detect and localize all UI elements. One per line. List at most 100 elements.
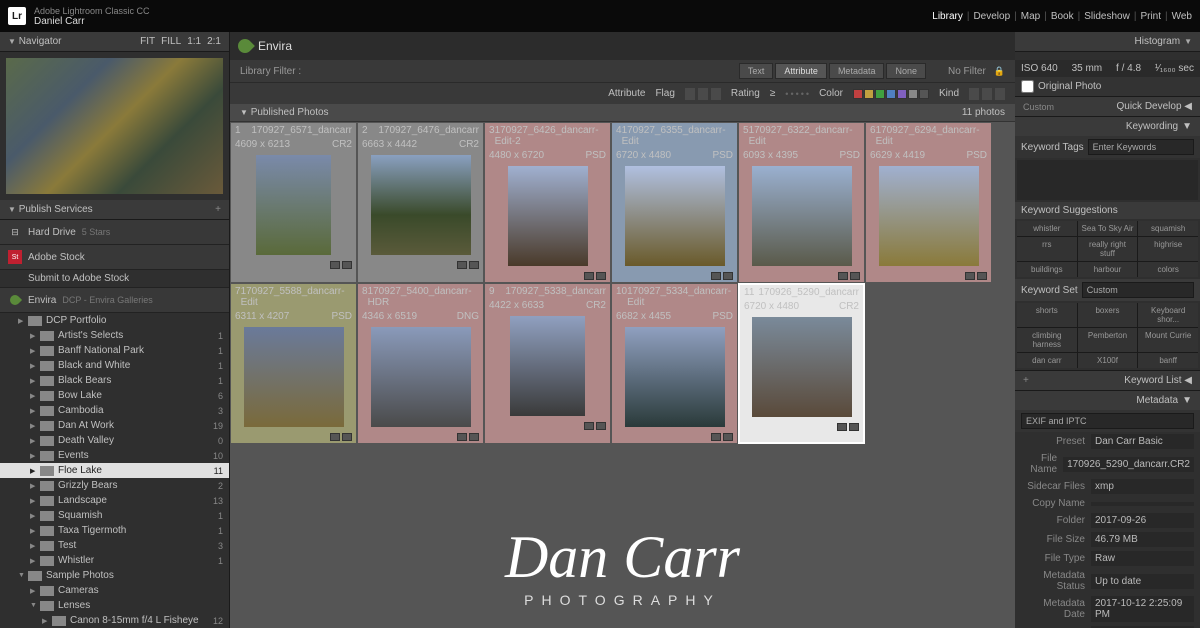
kind-filters[interactable] (969, 88, 1005, 100)
keyword-list-header[interactable]: +Keyword List ◀ (1015, 371, 1200, 390)
folder-item[interactable]: ▶Death Valley0 (0, 433, 229, 448)
badge-icon[interactable] (850, 272, 860, 280)
filter-none[interactable]: None (886, 63, 926, 79)
module-library[interactable]: Library (932, 11, 963, 22)
folder-item[interactable]: ▶Black and White1 (0, 358, 229, 373)
metadata-value[interactable]: Up to date (1091, 574, 1194, 589)
module-web[interactable]: Web (1172, 11, 1192, 22)
metadata-header[interactable]: Metadata ▼ (1015, 391, 1200, 410)
metadata-value[interactable]: xmp (1091, 479, 1194, 494)
folder-item[interactable]: ▶Test3 (0, 538, 229, 553)
badge-icon[interactable] (965, 272, 975, 280)
folder-item[interactable]: ▶Cambodia3 (0, 403, 229, 418)
color-filters[interactable] (853, 89, 929, 99)
metadata-value[interactable] (1091, 502, 1194, 506)
metadata-value[interactable]: 2017-10-12 2:25:09 PM (1091, 596, 1194, 622)
publish-services-header[interactable]: ▼ Publish Services + (0, 200, 229, 220)
badge-icon[interactable] (469, 261, 479, 269)
badge-icon[interactable] (711, 433, 721, 441)
metadata-value[interactable]: 46.79 MB (1091, 532, 1194, 547)
photo-cell[interactable]: 7170927_5588_dancarr-Edit6311 x 4207PSD (230, 283, 357, 444)
badge-icon[interactable] (723, 433, 733, 441)
color-swatch[interactable] (886, 89, 896, 99)
folder-item[interactable]: ▶Taxa Tigermoth1 (0, 523, 229, 538)
publish-service[interactable]: Envira DCP - Envira Galleries (0, 288, 229, 313)
keywording-header[interactable]: Keywording ▼ (1015, 117, 1200, 136)
keyword-set-item[interactable]: banff (1138, 353, 1198, 368)
folder-item[interactable]: ▶DCP Portfolio (0, 313, 229, 328)
module-map[interactable]: Map (1021, 11, 1040, 22)
color-swatch[interactable] (908, 89, 918, 99)
folder-item[interactable]: ▶Landscape13 (0, 493, 229, 508)
folder-item[interactable]: ▶Squamish1 (0, 508, 229, 523)
keyword-set-item[interactable]: dan carr (1017, 353, 1077, 368)
folder-item[interactable]: ▶Whistler1 (0, 553, 229, 568)
folder-item[interactable]: ▶Artist's Selects1 (0, 328, 229, 343)
photo-cell[interactable]: 4170927_6355_dancarr-Edit6720 x 4480PSD (611, 122, 738, 283)
keyword-suggestion[interactable]: harbour (1078, 262, 1138, 277)
nav-zoom-fit[interactable]: FIT (140, 36, 155, 47)
badge-icon[interactable] (977, 272, 987, 280)
keyword-suggestion[interactable]: colors (1138, 262, 1198, 277)
nav-zoom-1:1[interactable]: 1:1 (187, 36, 201, 47)
photo-cell[interactable]: 2170927_6476_dancarr6663 x 4442CR2 (357, 122, 484, 283)
keyword-set-item[interactable]: climbing harness (1017, 328, 1077, 352)
keyword-set-item[interactable]: Pemberton (1078, 328, 1138, 352)
folder-item[interactable]: ▶Canon 8-15mm f/4 L Fisheye12 (0, 613, 229, 628)
photo-cell[interactable]: 3170927_6426_dancarr-Edit-24480 x 6720PS… (484, 122, 611, 283)
publish-service[interactable]: Submit to Adobe Stock (0, 270, 229, 288)
keyword-tags-input[interactable]: Enter Keywords (1088, 139, 1194, 155)
keyword-suggestion[interactable]: whistler (1017, 221, 1077, 236)
module-print[interactable]: Print (1140, 11, 1161, 22)
publish-service[interactable]: StAdobe Stock (0, 245, 229, 270)
keyword-set-item[interactable]: Keyboard shor... (1138, 303, 1198, 327)
photo-cell[interactable]: 8170927_5400_dancarr-HDR4346 x 6519DNG (357, 283, 484, 444)
module-slideshow[interactable]: Slideshow (1084, 11, 1130, 22)
folder-item[interactable]: ▶Bow Lake6 (0, 388, 229, 403)
photo-cell[interactable]: 1170927_6571_dancarr4609 x 6213CR2 (230, 122, 357, 283)
badge-icon[interactable] (849, 423, 859, 431)
badge-icon[interactable] (330, 261, 340, 269)
keyword-suggestion[interactable]: squamish (1138, 221, 1198, 236)
metadata-view-select[interactable]: EXIF and IPTC (1021, 413, 1194, 429)
folder-item[interactable]: ▼Sample Photos (0, 568, 229, 583)
filter-metadata[interactable]: Metadata (829, 63, 885, 79)
keyword-suggestion[interactable]: rrs (1017, 237, 1077, 261)
keyword-set-item[interactable]: Mount Currie (1138, 328, 1198, 352)
photo-cell[interactable]: 11170926_5290_dancarr6720 x 4480CR2 (738, 283, 865, 444)
folder-item[interactable]: ▶Banff National Park1 (0, 343, 229, 358)
color-swatch[interactable] (864, 89, 874, 99)
folder-item[interactable]: ▶Grizzly Bears2 (0, 478, 229, 493)
badge-icon[interactable] (584, 422, 594, 430)
nav-zoom-fill[interactable]: FILL (161, 36, 181, 47)
folder-item[interactable]: ▶Floe Lake11 (0, 463, 229, 478)
rating-filter[interactable]: ••••• (785, 89, 809, 99)
photo-cell[interactable]: 10170927_5334_dancarr-Edit6682 x 4455PSD (611, 283, 738, 444)
badge-icon[interactable] (342, 433, 352, 441)
folder-item[interactable]: ▶Dan At Work19 (0, 418, 229, 433)
module-develop[interactable]: Develop (973, 11, 1010, 22)
keyword-set-select[interactable]: Custom (1082, 282, 1194, 298)
module-book[interactable]: Book (1051, 11, 1074, 22)
badge-icon[interactable] (711, 272, 721, 280)
histogram-header[interactable]: Histogram ▼ (1015, 32, 1200, 52)
quick-develop-header[interactable]: CustomQuick Develop ◀ (1015, 97, 1200, 116)
keyword-suggestion[interactable]: Sea To Sky Air (1078, 221, 1138, 236)
filter-attribute[interactable]: Attribute (775, 63, 827, 79)
no-filter-preset[interactable]: No Filter (948, 66, 986, 77)
badge-icon[interactable] (469, 433, 479, 441)
metadata-value[interactable]: 170926_5290_dancarr.CR2 (1063, 457, 1194, 472)
folder-item[interactable]: ▶Events10 (0, 448, 229, 463)
nav-zoom-2:1[interactable]: 2:1 (207, 36, 221, 47)
badge-icon[interactable] (457, 261, 467, 269)
preset-value[interactable]: Dan Carr Basic (1091, 434, 1194, 449)
keyword-suggestion[interactable]: really right stuff (1078, 237, 1138, 261)
photo-cell[interactable]: 9170927_5338_dancarr4422 x 6633CR2 (484, 283, 611, 444)
badge-icon[interactable] (330, 433, 340, 441)
keyword-set-item[interactable]: shorts (1017, 303, 1077, 327)
badge-icon[interactable] (457, 433, 467, 441)
badge-icon[interactable] (342, 261, 352, 269)
folder-item[interactable]: ▶Cameras (0, 583, 229, 598)
badge-icon[interactable] (596, 272, 606, 280)
metadata-value[interactable]: Raw (1091, 551, 1194, 566)
